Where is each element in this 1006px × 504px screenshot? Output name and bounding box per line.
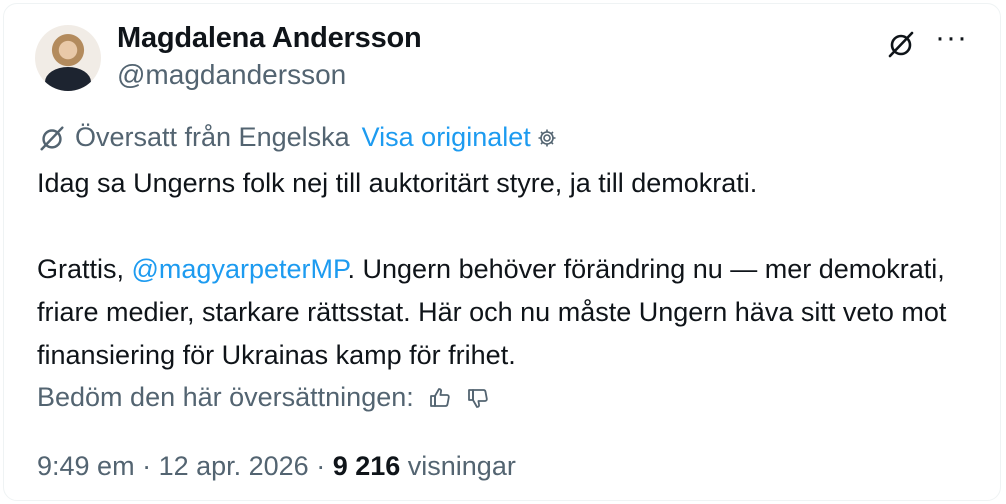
- post-card: Magdalena Andersson @magdandersson ··· Ö…: [3, 3, 1001, 501]
- post-date[interactable]: 12 apr. 2026: [159, 451, 309, 481]
- post-paragraph: Idag sa Ungerns folk nej till auktoritär…: [37, 168, 758, 198]
- gear-icon[interactable]: [537, 128, 557, 148]
- show-original-link[interactable]: Visa originalet: [362, 122, 531, 153]
- post-time[interactable]: 9:49 em: [37, 451, 135, 481]
- author-handle[interactable]: @magdandersson: [117, 59, 346, 91]
- avatar[interactable]: [35, 25, 101, 91]
- more-icon[interactable]: ···: [935, 23, 968, 53]
- thumbs-up-icon[interactable]: [428, 386, 452, 410]
- translate-icon[interactable]: [885, 28, 917, 60]
- meta-separator: ·: [308, 451, 333, 481]
- meta-separator: ·: [134, 451, 159, 481]
- translate-icon: [37, 123, 67, 153]
- post-text: Idag sa Ungerns folk nej till auktoritär…: [37, 162, 977, 377]
- translation-rating: Bedöm den här översättningen:: [37, 382, 490, 413]
- rating-label: Bedöm den här översättningen:: [37, 382, 414, 412]
- post-paragraph: Grattis, @magyarpeterMP. Ungern behöver …: [37, 248, 977, 377]
- thumbs-down-icon[interactable]: [466, 386, 490, 410]
- views-count: 9 216: [332, 451, 401, 481]
- post-actions-top: ···: [885, 23, 968, 60]
- views-label: visningar: [400, 451, 516, 481]
- post-text-segment: Grattis,: [37, 254, 132, 284]
- translation-notice: Översatt från Engelska Visa originalet: [37, 122, 557, 153]
- translation-label: Översatt från Engelska: [75, 122, 350, 152]
- post-meta: 9:49 em · 12 apr. 2026 · 9 216 visningar: [37, 451, 516, 482]
- author-name[interactable]: Magdalena Andersson: [117, 22, 422, 55]
- mention-link[interactable]: @magyarpeterMP: [132, 254, 348, 284]
